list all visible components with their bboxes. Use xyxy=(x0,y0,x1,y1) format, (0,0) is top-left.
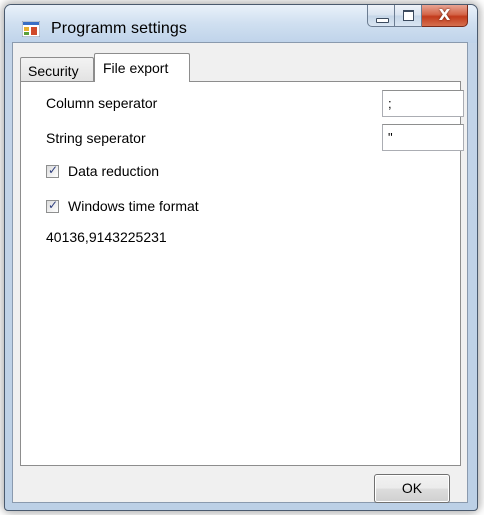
time-value-display: 40136,9143225231 xyxy=(46,229,167,245)
data-reduction-checkbox[interactable]: ✓ xyxy=(46,163,59,178)
string-separator-input[interactable] xyxy=(382,124,464,151)
maximize-icon xyxy=(403,10,414,21)
tab-security[interactable]: Security xyxy=(20,57,94,81)
checkmark-icon: ✓ xyxy=(48,198,59,212)
ok-button[interactable]: OK xyxy=(374,474,450,503)
data-reduction-label[interactable]: Data reduction xyxy=(68,163,159,179)
minimize-button[interactable] xyxy=(367,5,395,27)
windows-time-format-label[interactable]: Windows time format xyxy=(68,198,199,214)
tab-file-export-label: File export xyxy=(103,60,169,76)
maximize-button[interactable] xyxy=(395,5,422,27)
window-title: Programm settings xyxy=(51,20,187,37)
title-bar[interactable]: Programm settings X xyxy=(5,5,477,43)
app-window-icon xyxy=(22,21,40,37)
column-separator-input[interactable] xyxy=(382,90,464,117)
minimize-icon xyxy=(376,18,389,23)
string-separator-label: String seperator xyxy=(46,130,146,146)
windows-time-format-checkbox[interactable]: ✓ xyxy=(46,198,59,213)
checkmark-icon: ✓ xyxy=(48,163,59,177)
close-button[interactable]: X xyxy=(422,5,468,27)
caption-buttons: X xyxy=(367,5,468,31)
close-icon: X xyxy=(438,6,451,24)
tab-security-label: Security xyxy=(28,63,79,79)
tab-file-export[interactable]: File export xyxy=(94,53,190,82)
column-separator-label: Column seperator xyxy=(46,95,158,111)
